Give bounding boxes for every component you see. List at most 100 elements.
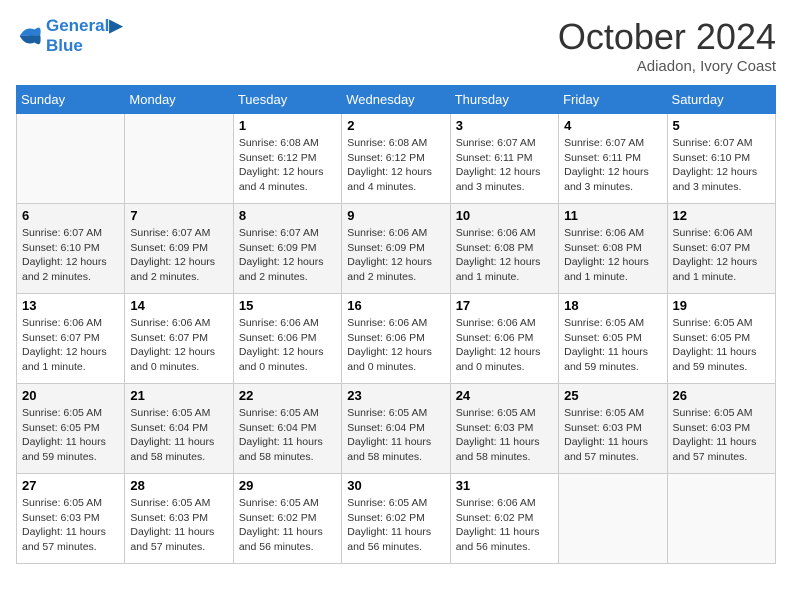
day-detail: Sunrise: 6:05 AMSunset: 6:03 PMDaylight:… bbox=[456, 406, 553, 465]
weekday-header-row: SundayMondayTuesdayWednesdayThursdayFrid… bbox=[17, 86, 776, 114]
day-detail: Sunrise: 6:05 AMSunset: 6:04 PMDaylight:… bbox=[239, 406, 336, 465]
day-detail: Sunrise: 6:05 AMSunset: 6:03 PMDaylight:… bbox=[673, 406, 770, 465]
day-number: 14 bbox=[130, 298, 227, 313]
day-number: 15 bbox=[239, 298, 336, 313]
day-number: 6 bbox=[22, 208, 119, 223]
day-detail: Sunrise: 6:07 AMSunset: 6:09 PMDaylight:… bbox=[239, 226, 336, 285]
day-number: 17 bbox=[456, 298, 553, 313]
day-number: 24 bbox=[456, 388, 553, 403]
calendar-cell: 3 Sunrise: 6:07 AMSunset: 6:11 PMDaylight… bbox=[450, 114, 558, 204]
logo-text: General▶ Blue bbox=[46, 16, 122, 55]
calendar-cell: 11 Sunrise: 6:06 AMSunset: 6:08 PMDayligh… bbox=[559, 204, 667, 294]
weekday-header: Sunday bbox=[17, 86, 125, 114]
calendar-cell: 9 Sunrise: 6:06 AMSunset: 6:09 PMDaylight… bbox=[342, 204, 450, 294]
calendar-cell: 1 Sunrise: 6:08 AMSunset: 6:12 PMDaylight… bbox=[233, 114, 341, 204]
day-detail: Sunrise: 6:07 AMSunset: 6:11 PMDaylight:… bbox=[564, 136, 661, 195]
day-number: 9 bbox=[347, 208, 444, 223]
day-detail: Sunrise: 6:07 AMSunset: 6:10 PMDaylight:… bbox=[22, 226, 119, 285]
calendar-cell: 4 Sunrise: 6:07 AMSunset: 6:11 PMDaylight… bbox=[559, 114, 667, 204]
day-number: 26 bbox=[673, 388, 770, 403]
calendar-cell: 30 Sunrise: 6:05 AMSunset: 6:02 PMDayligh… bbox=[342, 474, 450, 564]
calendar-cell: 22 Sunrise: 6:05 AMSunset: 6:04 PMDayligh… bbox=[233, 384, 341, 474]
day-number: 1 bbox=[239, 118, 336, 133]
weekday-header: Saturday bbox=[667, 86, 775, 114]
calendar-cell: 16 Sunrise: 6:06 AMSunset: 6:06 PMDayligh… bbox=[342, 294, 450, 384]
day-number: 22 bbox=[239, 388, 336, 403]
day-number: 30 bbox=[347, 478, 444, 493]
day-detail: Sunrise: 6:05 AMSunset: 6:03 PMDaylight:… bbox=[22, 496, 119, 555]
calendar-cell: 5 Sunrise: 6:07 AMSunset: 6:10 PMDaylight… bbox=[667, 114, 775, 204]
calendar-cell: 18Sunrise: 6:05 AMSunset: 6:05 PMDayligh… bbox=[559, 294, 667, 384]
day-number: 20 bbox=[22, 388, 119, 403]
day-detail: Sunrise: 6:06 AMSunset: 6:02 PMDaylight:… bbox=[456, 496, 553, 555]
calendar-cell: 26 Sunrise: 6:05 AMSunset: 6:03 PMDayligh… bbox=[667, 384, 775, 474]
day-detail: Sunrise: 6:06 AMSunset: 6:06 PMDaylight:… bbox=[239, 316, 336, 375]
day-number: 5 bbox=[673, 118, 770, 133]
logo-icon bbox=[16, 22, 44, 50]
logo: General▶ Blue bbox=[16, 16, 122, 55]
calendar-cell: 12Sunrise: 6:06 AMSunset: 6:07 PMDayligh… bbox=[667, 204, 775, 294]
calendar-week-row: 1 Sunrise: 6:08 AMSunset: 6:12 PMDaylight… bbox=[17, 114, 776, 204]
day-detail: Sunrise: 6:07 AMSunset: 6:09 PMDaylight:… bbox=[130, 226, 227, 285]
day-number: 16 bbox=[347, 298, 444, 313]
calendar-cell: 28Sunrise: 6:05 AMSunset: 6:03 PMDayligh… bbox=[125, 474, 233, 564]
day-detail: Sunrise: 6:07 AMSunset: 6:10 PMDaylight:… bbox=[673, 136, 770, 195]
weekday-header: Thursday bbox=[450, 86, 558, 114]
calendar-cell: 17 Sunrise: 6:06 AMSunset: 6:06 PMDayligh… bbox=[450, 294, 558, 384]
day-number: 28 bbox=[130, 478, 227, 493]
calendar-cell: 25 Sunrise: 6:05 AMSunset: 6:03 PMDayligh… bbox=[559, 384, 667, 474]
day-number: 2 bbox=[347, 118, 444, 133]
day-detail: Sunrise: 6:06 AMSunset: 6:08 PMDaylight:… bbox=[564, 226, 661, 285]
day-detail: Sunrise: 6:05 AMSunset: 6:02 PMDaylight:… bbox=[239, 496, 336, 555]
title-block: October 2024 Adiadon, Ivory Coast bbox=[558, 16, 776, 75]
calendar-cell: 2 Sunrise: 6:08 AMSunset: 6:12 PMDaylight… bbox=[342, 114, 450, 204]
weekday-header: Wednesday bbox=[342, 86, 450, 114]
calendar-cell bbox=[125, 114, 233, 204]
day-number: 27 bbox=[22, 478, 119, 493]
day-detail: Sunrise: 6:05 AMSunset: 6:05 PMDaylight:… bbox=[22, 406, 119, 465]
day-number: 21 bbox=[130, 388, 227, 403]
day-detail: Sunrise: 6:05 AMSunset: 6:04 PMDaylight:… bbox=[130, 406, 227, 465]
calendar-cell: 19Sunrise: 6:05 AMSunset: 6:05 PMDayligh… bbox=[667, 294, 775, 384]
day-detail: Sunrise: 6:07 AMSunset: 6:11 PMDaylight:… bbox=[456, 136, 553, 195]
weekday-header: Tuesday bbox=[233, 86, 341, 114]
location-subtitle: Adiadon, Ivory Coast bbox=[558, 58, 776, 75]
calendar-cell bbox=[559, 474, 667, 564]
calendar-cell bbox=[17, 114, 125, 204]
page-header: General▶ Blue October 2024 Adiadon, Ivor… bbox=[16, 16, 776, 75]
day-detail: Sunrise: 6:08 AMSunset: 6:12 PMDaylight:… bbox=[239, 136, 336, 195]
day-detail: Sunrise: 6:06 AMSunset: 6:07 PMDaylight:… bbox=[22, 316, 119, 375]
day-number: 10 bbox=[456, 208, 553, 223]
day-detail: Sunrise: 6:05 AMSunset: 6:02 PMDaylight:… bbox=[347, 496, 444, 555]
day-detail: Sunrise: 6:05 AMSunset: 6:05 PMDaylight:… bbox=[564, 316, 661, 375]
day-detail: Sunrise: 6:05 AMSunset: 6:04 PMDaylight:… bbox=[347, 406, 444, 465]
calendar-week-row: 6 Sunrise: 6:07 AMSunset: 6:10 PMDaylight… bbox=[17, 204, 776, 294]
calendar-cell: 10 Sunrise: 6:06 AMSunset: 6:08 PMDayligh… bbox=[450, 204, 558, 294]
day-number: 7 bbox=[130, 208, 227, 223]
day-number: 4 bbox=[564, 118, 661, 133]
calendar-week-row: 27 Sunrise: 6:05 AMSunset: 6:03 PMDayligh… bbox=[17, 474, 776, 564]
calendar-cell: 13 Sunrise: 6:06 AMSunset: 6:07 PMDayligh… bbox=[17, 294, 125, 384]
calendar-cell: 27 Sunrise: 6:05 AMSunset: 6:03 PMDayligh… bbox=[17, 474, 125, 564]
day-detail: Sunrise: 6:06 AMSunset: 6:09 PMDaylight:… bbox=[347, 226, 444, 285]
calendar-cell: 14Sunrise: 6:06 AMSunset: 6:07 PMDayligh… bbox=[125, 294, 233, 384]
day-detail: Sunrise: 6:05 AMSunset: 6:03 PMDaylight:… bbox=[564, 406, 661, 465]
day-number: 29 bbox=[239, 478, 336, 493]
day-number: 3 bbox=[456, 118, 553, 133]
day-number: 13 bbox=[22, 298, 119, 313]
day-number: 25 bbox=[564, 388, 661, 403]
calendar-cell: 31 Sunrise: 6:06 AMSunset: 6:02 PMDayligh… bbox=[450, 474, 558, 564]
day-detail: Sunrise: 6:06 AMSunset: 6:06 PMDaylight:… bbox=[456, 316, 553, 375]
day-number: 11 bbox=[564, 208, 661, 223]
calendar-cell bbox=[667, 474, 775, 564]
day-number: 31 bbox=[456, 478, 553, 493]
calendar-cell: 20 Sunrise: 6:05 AMSunset: 6:05 PMDayligh… bbox=[17, 384, 125, 474]
calendar-week-row: 20 Sunrise: 6:05 AMSunset: 6:05 PMDayligh… bbox=[17, 384, 776, 474]
day-detail: Sunrise: 6:06 AMSunset: 6:08 PMDaylight:… bbox=[456, 226, 553, 285]
day-detail: Sunrise: 6:06 AMSunset: 6:06 PMDaylight:… bbox=[347, 316, 444, 375]
calendar-cell: 29 Sunrise: 6:05 AMSunset: 6:02 PMDayligh… bbox=[233, 474, 341, 564]
day-detail: Sunrise: 6:08 AMSunset: 6:12 PMDaylight:… bbox=[347, 136, 444, 195]
month-title: October 2024 bbox=[558, 16, 776, 58]
day-number: 23 bbox=[347, 388, 444, 403]
day-number: 19 bbox=[673, 298, 770, 313]
